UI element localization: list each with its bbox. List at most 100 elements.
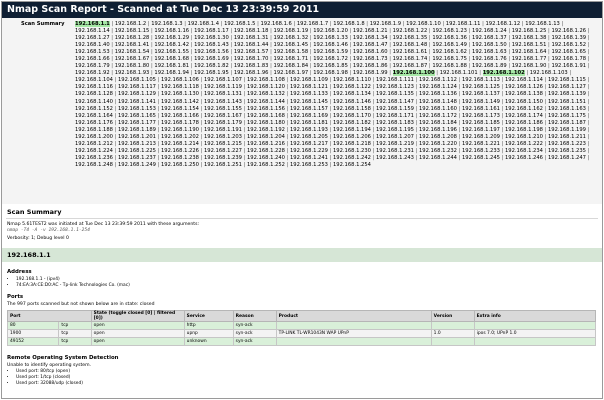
host-link[interactable]: 192.168.1.156 [247, 106, 285, 112]
host-link[interactable]: 192.168.1.150 [505, 99, 543, 105]
host-link[interactable]: 192.168.1.109 [290, 77, 328, 83]
host-link[interactable]: 192.168.1.184 [419, 120, 457, 126]
host-link[interactable]: 192.168.1.47 [353, 42, 388, 48]
host-link[interactable]: 192.168.1.58 [274, 49, 309, 55]
host-link[interactable]: 192.168.1.122 [333, 84, 371, 90]
host-link[interactable]: 192.168.1.171 [376, 113, 414, 119]
host-link[interactable]: 192.168.1.190 [161, 127, 199, 133]
host-link[interactable]: 192.168.1.4 [188, 21, 219, 27]
host-link[interactable]: 192.168.1.91 [551, 63, 586, 69]
host-link[interactable]: 192.168.1.221 [462, 141, 500, 147]
host-link[interactable]: 192.168.1.49 [432, 42, 467, 48]
host-link[interactable]: 192.168.1.56 [194, 49, 229, 55]
host-link[interactable]: 192.168.1.223 [548, 141, 586, 147]
host-link-up[interactable]: 192.168.1.102 [482, 70, 525, 77]
host-link[interactable]: 192.168.1.243 [376, 155, 414, 161]
host-link[interactable]: 192.168.1.111 [376, 77, 414, 83]
host-link[interactable]: 192.168.1.170 [333, 113, 371, 119]
host-link[interactable]: 192.168.1.46 [313, 42, 348, 48]
host-link[interactable]: 192.168.1.41 [115, 42, 150, 48]
host-link[interactable]: 192.168.1.253 [290, 162, 328, 168]
host-link[interactable]: 192.168.1.213 [118, 141, 156, 147]
host-link[interactable]: 192.168.1.105 [118, 77, 156, 83]
host-link[interactable]: 192.168.1.42 [154, 42, 189, 48]
host-link[interactable]: 192.168.1.203 [204, 134, 242, 140]
host-link[interactable]: 192.168.1.35 [393, 35, 428, 41]
host-link[interactable]: 192.168.1.114 [505, 77, 543, 83]
host-link[interactable]: 192.168.1.154 [161, 106, 199, 112]
host-link[interactable]: 192.168.1.230 [333, 148, 371, 154]
host-link[interactable]: 192.168.1.131 [204, 91, 242, 97]
host-link[interactable]: 192.168.1.27 [75, 35, 110, 41]
host-link[interactable]: 192.168.1.2 [115, 21, 146, 27]
host-link[interactable]: 192.168.1.52 [551, 42, 586, 48]
host-link[interactable]: 192.168.1.74 [393, 56, 428, 62]
host-link[interactable]: 192.168.1.157 [290, 106, 328, 112]
host-link[interactable]: 192.168.1.19 [274, 28, 309, 34]
host-link[interactable]: 192.168.1.220 [419, 141, 457, 147]
host-link[interactable]: 192.168.1.40 [75, 42, 110, 48]
host-link[interactable]: 192.168.1.249 [118, 162, 156, 168]
host-link[interactable]: 192.168.1.113 [462, 77, 500, 83]
host-link[interactable]: 192.168.1.130 [161, 91, 199, 97]
host-link[interactable]: 192.168.1.129 [118, 91, 156, 97]
host-link[interactable]: 192.168.1.78 [551, 56, 586, 62]
host-link[interactable]: 192.168.1.108 [247, 77, 285, 83]
host-link[interactable]: 192.168.1.159 [376, 106, 414, 112]
host-link[interactable]: 192.168.1.8 [333, 21, 364, 27]
host-link[interactable]: 192.168.1.136 [419, 91, 457, 97]
host-link[interactable]: 192.168.1.252 [247, 162, 285, 168]
host-link[interactable]: 192.168.1.21 [353, 28, 388, 34]
host-link[interactable]: 192.168.1.205 [290, 134, 328, 140]
host-link[interactable]: 192.168.1.65 [551, 49, 586, 55]
host-link[interactable]: 192.168.1.68 [154, 56, 189, 62]
host-link[interactable]: 192.168.1.217 [290, 141, 328, 147]
host-link[interactable]: 192.168.1.127 [548, 84, 586, 90]
host-link[interactable]: 192.168.1.144 [247, 99, 285, 105]
host-link[interactable]: 192.168.1.10 [406, 21, 441, 27]
host-link[interactable]: 192.168.1.116 [75, 84, 113, 90]
host-link[interactable]: 192.168.1.229 [290, 148, 328, 154]
host-link[interactable]: 192.168.1.20 [313, 28, 348, 34]
host-link[interactable]: 192.168.1.90 [512, 63, 547, 69]
host-link[interactable]: 192.168.1.163 [548, 106, 586, 112]
host-link[interactable]: 192.168.1.88 [432, 63, 467, 69]
host-link[interactable]: 192.168.1.15 [115, 28, 150, 34]
host-link[interactable]: 192.168.1.225 [118, 148, 156, 154]
host-link[interactable]: 192.168.1.5 [224, 21, 255, 27]
host-link[interactable]: 192.168.1.121 [290, 84, 328, 90]
host-link[interactable]: 192.168.1.142 [161, 99, 199, 105]
host-link[interactable]: 192.168.1.92 [75, 70, 110, 76]
host-link[interactable]: 192.168.1.195 [376, 127, 414, 133]
host-link[interactable]: 192.168.1.197 [462, 127, 500, 133]
host-link[interactable]: 192.168.1.66 [75, 56, 110, 62]
host-link[interactable]: 192.168.1.164 [75, 113, 113, 119]
host-link[interactable]: 192.168.1.60 [353, 49, 388, 55]
host-link[interactable]: 192.168.1.226 [161, 148, 199, 154]
host-link[interactable]: 192.168.1.209 [462, 134, 500, 140]
host-link[interactable]: 192.168.1.162 [505, 106, 543, 112]
host-link[interactable]: 192.168.1.94 [154, 70, 189, 76]
host-link[interactable]: 192.168.1.118 [161, 84, 199, 90]
host-link[interactable]: 192.168.1.212 [75, 141, 113, 147]
host-link[interactable]: 192.168.1.153 [118, 106, 156, 112]
host-link[interactable]: 192.168.1.93 [115, 70, 150, 76]
host-link[interactable]: 192.168.1.219 [376, 141, 414, 147]
host-link[interactable]: 192.168.1.224 [75, 148, 113, 154]
host-link[interactable]: 192.168.1.155 [204, 106, 242, 112]
host-link[interactable]: 192.168.1.178 [161, 120, 199, 126]
host-link[interactable]: 192.168.1.214 [161, 141, 199, 147]
host-link[interactable]: 192.168.1.99 [353, 70, 388, 76]
host-link[interactable]: 192.168.1.194 [333, 127, 371, 133]
host-link[interactable]: 192.168.1.69 [194, 56, 229, 62]
host-link[interactable]: 192.168.1.158 [333, 106, 371, 112]
host-link[interactable]: 192.168.1.59 [313, 49, 348, 55]
host-link[interactable]: 192.168.1.211 [548, 134, 586, 140]
host-link[interactable]: 192.168.1.125 [462, 84, 500, 90]
host-link[interactable]: 192.168.1.124 [419, 84, 457, 90]
host-link[interactable]: 192.168.1.206 [333, 134, 371, 140]
host-link[interactable]: 192.168.1.141 [118, 99, 156, 105]
host-link[interactable]: 192.168.1.196 [419, 127, 457, 133]
host-link[interactable]: 192.168.1.191 [204, 127, 242, 133]
host-link[interactable]: 192.168.1.202 [161, 134, 199, 140]
